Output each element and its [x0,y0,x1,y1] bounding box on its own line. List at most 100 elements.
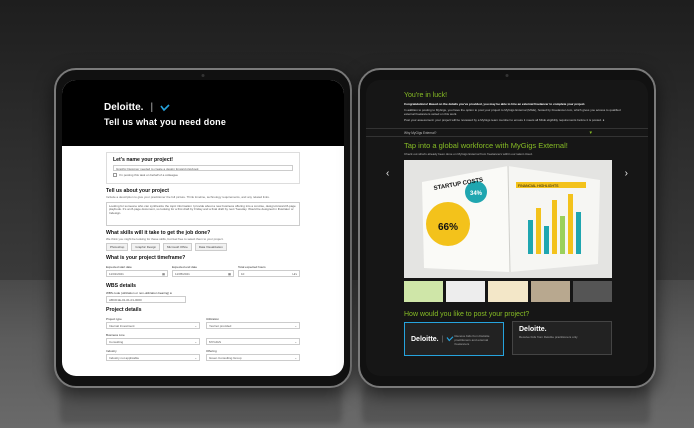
behalf-label: I'm posting this task on behalf of a col… [119,173,178,177]
hours-unit: Hrs [292,271,297,276]
utilization-label: Utilization [206,317,220,322]
end-date-input[interactable]: 11/05/2021 ▦ [172,270,234,278]
right-screen: You're in luck! Congratulations! Based o… [366,80,648,376]
skills-list: Photoshop Graphic Design Microsoft Offic… [106,243,300,252]
wbs-input[interactable]: ABCD1E-01-01-01-0000 [106,296,186,304]
end-label: Expected end date [172,265,198,270]
business-value: Consulting [109,339,124,344]
hours-input[interactable]: 10 Hrs [238,270,300,278]
project-type-select[interactable]: Internal Investment ⌄ [106,322,200,330]
thumbnail[interactable] [446,281,486,303]
portfolio-gallery[interactable]: 66% 34% STARTUP COSTS FINANCIAL HIGHLIGH… [404,160,612,279]
wbs-label: WBS code (utilization or non-utilization… [106,291,300,295]
calendar-icon: ▦ [162,271,165,276]
congrats-text: Congratulations! Based on the details yo… [404,102,632,106]
card-brand: Deloitte. [519,326,605,333]
skill-pill[interactable]: Photoshop [106,243,129,252]
timeframe-row: Expected start date 11/01/2021 ▦ Expected… [106,263,300,279]
tablet-shadow [362,384,650,424]
chevron-down-icon: ⌄ [194,339,197,344]
chevron-down-icon: ▾ [589,129,592,136]
pct-small-label: 34% [470,191,483,197]
project-type-label: Project type [106,317,122,322]
project-name-input[interactable]: Graphic Designer needed to create a desi… [113,165,293,171]
next-arrow-icon[interactable]: › [625,168,628,179]
end-date-value: 11/05/2021 [175,271,190,276]
camera-icon [201,74,205,77]
wbs-label-text: WBS code (utilization or non-utilization… [106,291,170,296]
post-question: How would you like to post your project? [404,311,530,319]
industry-select[interactable]: Industry not applicable ⌄ [106,354,200,362]
post-options: Deloitte. | Receive bids from Deloitte pr… [366,321,648,358]
chevron-down-icon: ⌄ [194,355,197,360]
wbs-value: ABCD1E-01-01-01-0000 [109,297,142,302]
chevron-down-icon: ⌄ [194,323,197,328]
prev-arrow-icon[interactable]: ‹ [386,168,389,179]
thumbnail-strip [404,281,613,303]
business-label: Business Line [106,333,125,338]
mygigs-select[interactable]: MYGIGS ⌄ [206,338,300,346]
card-brand-text: Deloitte. [411,335,439,343]
card-brand-text: Deloitte. [519,326,547,334]
offering-label: Offering [206,349,217,354]
skill-pill[interactable]: Microsoft Office [163,243,192,252]
tap-title: Tap into a global workforce with MyGigs … [404,141,568,151]
option-card-external[interactable]: Deloitte. | Receive bids from Deloitte pr… [404,322,504,357]
mygigs-value: MYGIGS [209,339,222,344]
wbs-title: WBS details [106,283,136,290]
project-form: Let's name your project! Graphic Designe… [62,146,344,363]
thumbnail[interactable] [488,281,528,303]
thumbnail[interactable] [404,281,444,303]
offering-select[interactable]: Green Consulting Group ⌄ [206,354,300,362]
info-icon[interactable]: ● [170,291,172,295]
pct-big-label: 66% [438,222,458,233]
option-card-internal[interactable]: Deloitte. Receive bids from Deloitte pra… [512,321,612,356]
details-row-1: Project type Internal Investment ⌄ Utiliz… [106,315,300,331]
chevron-down-icon: ⌄ [294,355,297,360]
hours-value: 10 [241,271,245,276]
about-textarea[interactable]: Looking for someone who can synthesize t… [106,201,300,226]
tablet-shadow [60,384,342,424]
thumbnail[interactable] [530,281,570,303]
check-text: Check out what's already been done on My… [404,152,533,157]
timeframe-title: What is your project timeframe? [106,255,186,262]
details-row-2: Business Line Consulting ⌄ MYGIGS ⌄ [106,331,300,347]
mygigs-check-icon [160,103,170,111]
name-section: Let's name your project! Graphic Designe… [106,152,300,184]
brand-logo: Deloitte. | [104,102,344,113]
chevron-down-icon: ⌄ [294,339,297,344]
detail-text-1: In addition to posting to MyGigs, you ha… [404,108,621,117]
luck-title: You're in luck! [404,92,448,99]
detail-text-2: Post your assessment: your project will … [404,118,632,122]
info-icon[interactable]: ● [603,118,605,122]
brand-name: Deloitte. [104,102,144,113]
industry-label: Industry [106,349,117,354]
card-text: Receive bids from Deloitte practitioners… [519,335,578,340]
details-title: Project details [106,307,142,314]
mygigs-check-icon [446,336,454,342]
skill-pill[interactable]: Data Visualization [194,243,227,252]
fin-label: FINANCIAL HIGHLIGHTS [518,184,559,188]
checkbox-icon [113,173,117,177]
why-label: Why MyGigs External? [404,130,437,135]
page-header: Deloitte. | Tell us what you need done [62,80,344,146]
calendar-icon: ▦ [228,271,231,276]
congrats-bold: Congratulations! Based on the details yo… [404,102,586,106]
card-brand: Deloitte. | [411,336,454,343]
utilization-select[interactable]: Yes/not provided ⌄ [206,322,300,330]
chevron-down-icon: ⌄ [294,323,297,328]
left-screen: Deloitte. | Tell us what you need done L… [62,80,344,376]
business-select[interactable]: Consulting ⌄ [106,338,200,346]
luck-section: You're in luck! Congratulations! Based o… [366,80,648,122]
start-date-value: 11/01/2021 [109,271,124,276]
start-label: Expected start date [106,265,132,270]
thumbnail[interactable] [572,281,613,303]
details-row-3: Industry Industry not applicable ⌄ Offeri… [106,347,300,363]
about-desc: Include a description to give your pract… [106,195,270,199]
why-mge-toggle[interactable]: Why MyGigs External? ▾ [366,128,648,138]
page-title: Tell us what you need done [104,117,227,127]
skill-pill[interactable]: Graphic Design [131,243,161,252]
project-type-value: Internal Investment [109,323,135,328]
start-date-input[interactable]: 11/01/2021 ▦ [106,270,168,278]
behalf-checkbox[interactable]: I'm posting this task on behalf of a col… [113,173,293,177]
